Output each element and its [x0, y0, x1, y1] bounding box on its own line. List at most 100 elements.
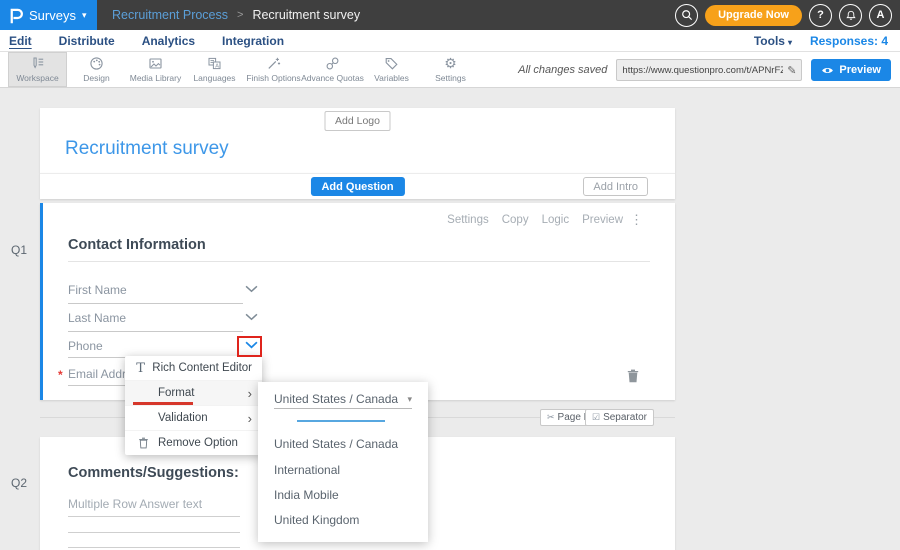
save-status-text: All changes saved — [518, 64, 607, 76]
annotation-box-phone-chevron — [237, 336, 262, 357]
menu-item-rich-content-editor[interactable]: T Rich Content Editor — [125, 356, 262, 381]
user-avatar[interactable]: A — [869, 4, 892, 27]
add-question-button[interactable]: Add Question — [310, 177, 404, 196]
question-1-title[interactable]: Contact Information — [68, 237, 206, 253]
caret-down-icon: ▾ — [407, 394, 412, 405]
toolbar-item-finish-options[interactable]: Finish Options — [244, 52, 303, 87]
format-option-united-kingdom[interactable]: United Kingdom — [274, 513, 359, 527]
breadcrumb-current: Recruitment survey — [252, 8, 360, 22]
section-tabbar: Edit Distribute Analytics Integration To… — [0, 30, 900, 52]
survey-title[interactable]: Recruitment survey — [65, 138, 229, 160]
field-label-last-name[interactable]: Last Name — [68, 311, 126, 325]
add-logo-button[interactable]: Add Logo — [324, 111, 391, 131]
editor-toolbar: Workspace Design Media Library A Languag… — [0, 52, 900, 88]
tab-distribute[interactable]: Distribute — [59, 34, 115, 48]
breadcrumb-parent-link[interactable]: Recruitment Process — [112, 8, 228, 22]
question-preview-link[interactable]: Preview — [582, 214, 623, 226]
surveys-product-menu[interactable]: Surveys ▾ — [0, 0, 97, 30]
edit-url-icon[interactable]: ✎ — [787, 64, 796, 77]
languages-icon: A — [207, 56, 222, 71]
format-select[interactable]: United States / Canada ▾ — [274, 390, 412, 409]
kebab-menu-icon[interactable]: ⋮ — [630, 212, 643, 228]
search-button[interactable] — [675, 4, 698, 27]
answer-placeholder[interactable]: Multiple Row Answer text — [68, 497, 202, 511]
question-number-q1: Q1 — [11, 243, 27, 257]
question-number-q2: Q2 — [11, 476, 27, 490]
toolbar-item-settings[interactable]: ⚙ Settings — [421, 52, 480, 87]
survey-url-value: https://www.questionpro.com/t/APNrFZ — [622, 65, 783, 76]
survey-canvas: Q1 Q2 Add Logo Recruitment survey Add Qu… — [0, 88, 900, 550]
search-icon — [681, 9, 693, 21]
menu-item-label: Validation — [158, 412, 241, 424]
format-selected-value: United States / Canada — [274, 392, 398, 406]
toolbar-item-label: Design — [83, 73, 109, 83]
chevron-down-icon[interactable] — [245, 313, 258, 321]
scissors-icon: ✂ — [547, 412, 555, 423]
menu-item-remove-option[interactable]: Remove Option — [125, 431, 262, 455]
design-icon — [89, 56, 104, 71]
tools-label: Tools — [754, 34, 785, 48]
answer-line — [68, 547, 240, 548]
format-option-us-canada[interactable]: United States / Canada — [274, 437, 398, 451]
breadcrumb: Recruitment Process > Recruitment survey — [112, 8, 360, 22]
question-actions: Settings Copy Logic Preview — [447, 214, 623, 226]
chevron-right-icon: › — [248, 387, 252, 400]
tools-menu[interactable]: Tools▾ — [754, 34, 792, 48]
submenu-accent-line — [297, 420, 385, 422]
toolbar-item-advance-quotas[interactable]: Advance Quotas — [303, 52, 362, 87]
topbar-actions: Upgrade Now ? A — [675, 0, 892, 30]
topbar: Surveys ▾ Recruitment Process > Recruitm… — [0, 0, 900, 30]
finish-options-icon — [266, 56, 281, 71]
upgrade-now-button[interactable]: Upgrade Now — [705, 5, 802, 26]
preview-button[interactable]: Preview — [811, 59, 891, 81]
tab-analytics[interactable]: Analytics — [142, 34, 195, 48]
responses-count-link[interactable]: Responses: 4 — [810, 34, 888, 48]
format-option-india-mobile[interactable]: India Mobile — [274, 488, 339, 502]
help-button[interactable]: ? — [809, 4, 832, 27]
toolbar-item-variables[interactable]: Variables — [362, 52, 421, 87]
title-divider — [68, 261, 650, 262]
surveys-menu-label: Surveys — [29, 8, 76, 23]
tab-edit[interactable]: Edit — [9, 34, 32, 48]
chevron-down-icon[interactable] — [245, 285, 258, 293]
field-label-phone[interactable]: Phone — [68, 339, 103, 353]
notifications-button[interactable] — [839, 4, 862, 27]
field-label-first-name[interactable]: First Name — [68, 283, 127, 297]
separator-button[interactable]: ☑ Separator — [585, 409, 654, 426]
chevron-right-icon: › — [248, 412, 252, 425]
toolbar-item-languages[interactable]: A Languages — [185, 52, 244, 87]
question-copy-link[interactable]: Copy — [502, 214, 529, 226]
bell-icon — [845, 9, 857, 21]
menu-item-label: Format — [158, 387, 241, 399]
question-settings-link[interactable]: Settings — [447, 214, 489, 226]
tab-integration[interactable]: Integration — [222, 34, 284, 48]
trash-icon — [136, 437, 151, 449]
media-library-icon — [148, 56, 163, 71]
field-underline — [68, 331, 243, 332]
toolbar-item-label: Variables — [374, 73, 409, 83]
avatar-initial: A — [877, 9, 885, 21]
toolbar-item-label: Finish Options — [246, 73, 300, 83]
question-2-title[interactable]: Comments/Suggestions: — [68, 465, 239, 481]
format-submenu: United States / Canada ▾ United States /… — [258, 382, 428, 542]
toolbar-item-design[interactable]: Design — [67, 52, 126, 87]
toolbar-item-workspace[interactable]: Workspace — [8, 52, 67, 87]
survey-url-field[interactable]: https://www.questionpro.com/t/APNrFZ ✎ — [616, 59, 802, 81]
question-logic-link[interactable]: Logic — [542, 214, 570, 226]
toolbar-item-media-library[interactable]: Media Library — [126, 52, 185, 87]
menu-item-validation[interactable]: Validation › — [125, 406, 262, 431]
required-asterisk: * — [58, 368, 63, 382]
answer-line — [68, 516, 240, 517]
toolbar-item-label: Languages — [193, 73, 235, 83]
annotation-underline-format — [133, 402, 193, 405]
trash-icon[interactable] — [627, 369, 639, 383]
section-tabs: Edit Distribute Analytics Integration — [0, 34, 284, 48]
survey-editor-screen: Surveys ▾ Recruitment Process > Recruitm… — [0, 0, 900, 550]
format-option-international[interactable]: International — [274, 463, 340, 477]
gear-icon: ⚙ — [444, 56, 457, 71]
caret-down-icon: ▾ — [788, 38, 792, 47]
separator-label: Separator — [603, 412, 647, 423]
toolbar-item-label: Media Library — [130, 73, 182, 83]
add-intro-button[interactable]: Add Intro — [583, 177, 648, 196]
breadcrumb-separator-icon: > — [237, 9, 243, 21]
